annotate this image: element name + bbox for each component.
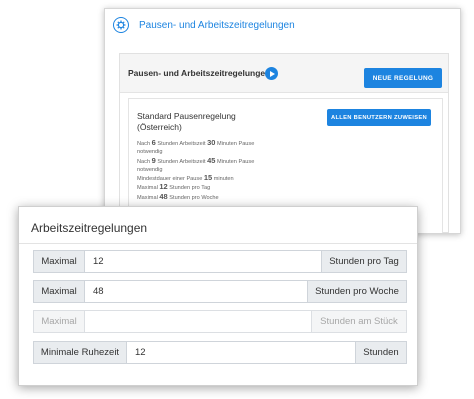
row-unit: Stunden pro Tag (321, 250, 407, 273)
max-hours-per-day-row: Maximal 12 Stunden pro Tag (33, 250, 407, 273)
gear-icon (113, 17, 129, 33)
working-time-card: Arbeitszeitregelungen Maximal 12 Stunden… (18, 206, 418, 386)
card-header: Pausen- und Arbeitszeitregelungen (105, 9, 460, 41)
rule-details: Nach 6 Stunden Arbeitszeit 30 Minuten Pa… (137, 138, 317, 202)
rule-line: Nach 9 Stunden Arbeitszeit 45 Minuten Pa… (137, 155, 255, 165)
min-rest-time-input[interactable]: 12 (127, 341, 355, 364)
row-unit: Stunden am Stück (311, 310, 407, 333)
row-label: Minimale Ruhezeit (33, 341, 127, 364)
divider (19, 243, 417, 244)
rule-line: Nach 6 Stunden Arbeitszeit 30 Minuten Pa… (137, 138, 255, 147)
card-title: Arbeitszeitregelungen (31, 221, 148, 235)
min-rest-time-row: Minimale Ruhezeit 12 Stunden (33, 341, 407, 364)
rule-title: Standard Pausenregelung (Österreich) (137, 111, 236, 132)
row-label: Maximal (33, 280, 85, 303)
max-hours-per-week-row: Maximal 48 Stunden pro Woche (33, 280, 407, 303)
rule-line: notwendig (137, 149, 163, 156)
max-hours-per-day-input[interactable]: 12 (85, 250, 321, 273)
new-rule-button[interactable]: NEUE REGELUNG (364, 68, 442, 88)
play-icon[interactable] (265, 67, 278, 80)
max-hours-at-once-row: Maximal Stunden am Stück (33, 310, 407, 333)
max-hours-at-once-input (85, 310, 311, 333)
row-label: Maximal (33, 310, 85, 333)
rule-line: Maximal 48 Stunden pro Woche (137, 191, 219, 201)
panel-title: Pausen- und Arbeitszeitregelungen (128, 68, 271, 78)
assign-all-users-button[interactable]: ALLEN BENUTZERN ZUWEISEN (327, 109, 431, 126)
rule-line: notwendig (137, 166, 163, 173)
max-hours-per-week-input[interactable]: 48 (85, 280, 307, 303)
row-label: Maximal (33, 250, 85, 273)
panel-header: Pausen- und Arbeitszeitregelungen NEUE R… (120, 54, 448, 93)
row-unit: Stunden pro Woche (307, 280, 407, 303)
page-title: Pausen- und Arbeitszeitregelungen (139, 19, 295, 31)
break-rules-card: Pausen- und Arbeitszeitregelungen Pausen… (104, 8, 461, 234)
row-unit: Stunden (355, 341, 407, 364)
